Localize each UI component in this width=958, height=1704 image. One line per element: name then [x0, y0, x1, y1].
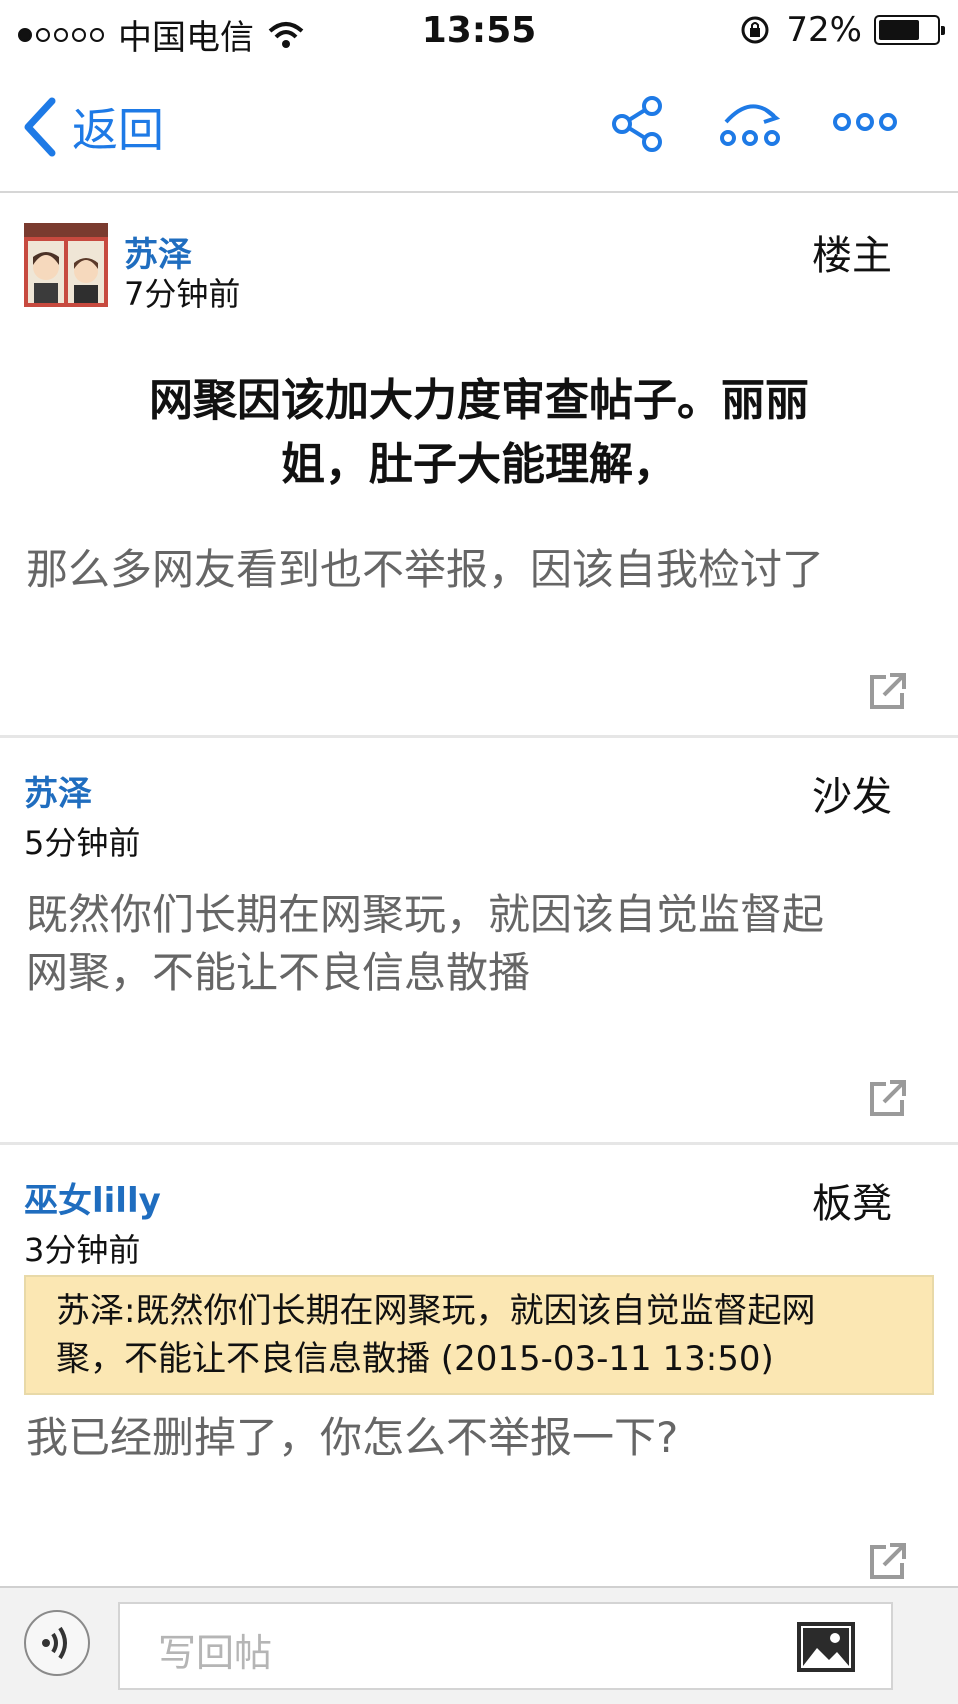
post-body-line-2: 网聚，不能让不良信息散播 [26, 948, 531, 997]
status-bar: 中国电信 13:55 72% [0, 0, 958, 66]
post-time: 7分钟前 [124, 275, 241, 313]
rotation-lock-icon [741, 16, 769, 44]
external-share-icon[interactable] [866, 1078, 908, 1120]
post-title-line-2: 姐，肚子大能理解， [281, 439, 677, 490]
status-right: 72% [740, 10, 945, 50]
back-label: 返回 [72, 103, 164, 157]
post-floor-3: 巫女lilly 3分钟前 板凳 苏泽:既然你们长期在网聚玩，就因该自觉监督起网 … [0, 1145, 958, 1586]
external-share-icon[interactable] [866, 1541, 908, 1583]
external-share-icon[interactable] [866, 671, 908, 713]
post-title: 网聚因该加大力度审查帖子。丽丽 姐，肚子大能理解， [0, 369, 958, 497]
quoted-reply-line-2: 聚，不能让不良信息散播 (2015-03-11 13:50) [56, 1339, 774, 1379]
post-floor-2: 苏泽 5分钟前 沙发 既然你们长期在网聚玩，就因该自觉监督起 网聚，不能让不良信… [0, 738, 958, 1145]
reply-bar: 写回帖 [0, 1586, 958, 1704]
author-name[interactable]: 苏泽 [24, 766, 92, 815]
post-body: 那么多网友看到也不举报，因该自我检讨了 [26, 545, 825, 594]
floor-label: 沙发 [812, 774, 892, 820]
quoted-reply-line-1: 苏泽:既然你们长期在网聚玩，就因该自觉监督起网 [56, 1291, 816, 1331]
reply-input[interactable]: 写回帖 [118, 1602, 893, 1690]
post-time: 5分钟前 [24, 824, 141, 862]
post-body-line-1: 既然你们长期在网聚玩，就因该自觉监督起 [26, 890, 825, 939]
voice-input-button[interactable] [24, 1610, 90, 1676]
chevron-left-icon [24, 97, 56, 157]
more-replies-icon[interactable] [718, 96, 784, 152]
post-floor-1: 苏泽 7分钟前 楼主 网聚因该加大力度审查帖子。丽丽 姐，肚子大能理解， 那么多… [0, 193, 958, 738]
navigation-bar: 返回 [0, 66, 958, 193]
reply-placeholder: 写回帖 [158, 1631, 273, 1675]
voice-icon [42, 1626, 67, 1660]
floor-label: 楼主 [812, 233, 892, 279]
quoted-reply: 苏泽:既然你们长期在网聚玩，就因该自觉监督起网 聚，不能让不良信息散播 (201… [24, 1275, 934, 1395]
battery-icon [874, 15, 945, 45]
back-button[interactable]: 返回 [22, 94, 164, 160]
author-name[interactable]: 巫女lilly [24, 1173, 161, 1222]
more-options-icon[interactable] [832, 110, 898, 134]
post-time: 3分钟前 [24, 1231, 141, 1269]
image-picker-icon[interactable] [795, 1620, 857, 1674]
share-icon[interactable] [610, 96, 664, 152]
post-body: 既然你们长期在网聚玩，就因该自觉监督起 网聚，不能让不良信息散播 [26, 886, 936, 1002]
post-body: 我已经删掉了，你怎么不举报一下? [26, 1413, 679, 1462]
post-title-line-1: 网聚因该加大力度审查帖子。丽丽 [149, 375, 809, 426]
battery-percent: 72% [786, 10, 862, 50]
floor-label: 板凳 [812, 1181, 892, 1227]
avatar[interactable] [24, 223, 108, 307]
